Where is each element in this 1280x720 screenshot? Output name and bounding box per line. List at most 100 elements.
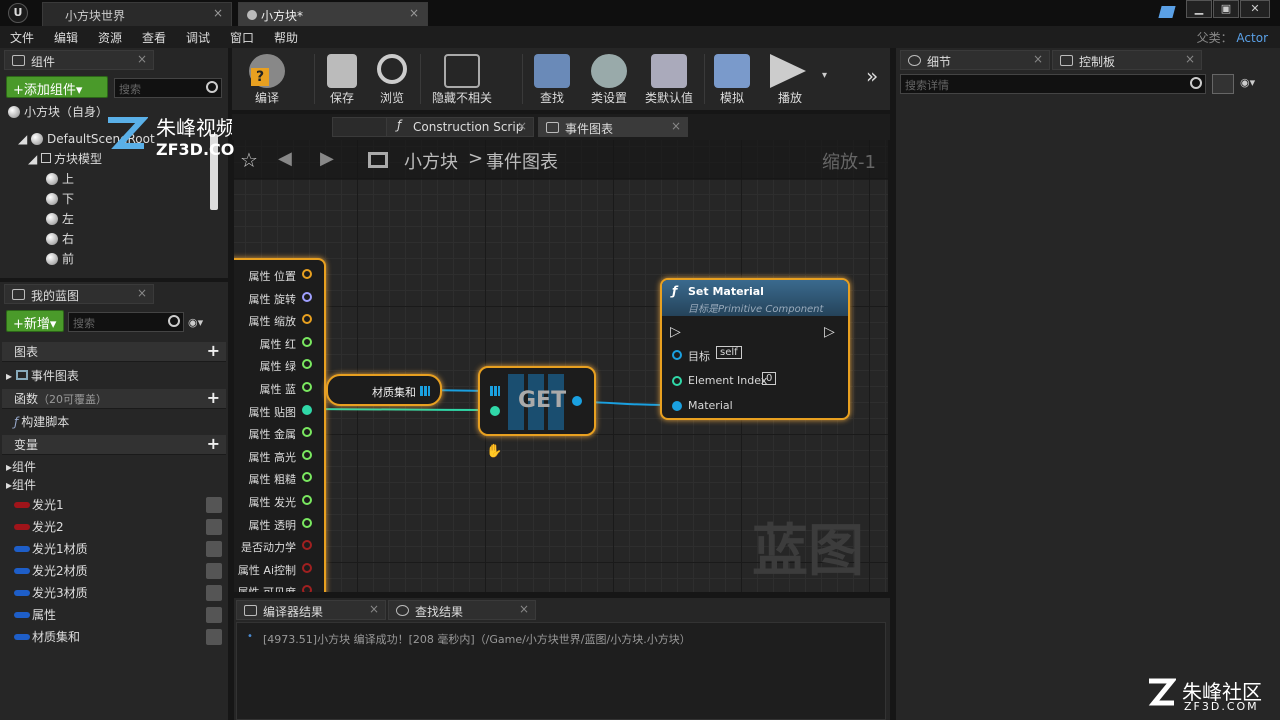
variable-item[interactable]: 发光1材质 xyxy=(0,538,228,560)
maximize-button[interactable]: ▣ xyxy=(1213,0,1239,18)
variable-item[interactable]: 发光2材质 xyxy=(0,560,228,582)
add-variable-icon[interactable]: + xyxy=(207,436,220,452)
index-input-pin[interactable] xyxy=(490,406,500,416)
tab-palette[interactable]: 控制板 × xyxy=(1052,50,1202,70)
struct-pin-row[interactable]: 属性 旋转 xyxy=(249,291,312,307)
close-icon[interactable]: × xyxy=(369,602,379,616)
visibility-icon[interactable] xyxy=(206,541,222,557)
new-button[interactable]: +新增▾ xyxy=(6,310,64,332)
menu-help[interactable]: 帮助 xyxy=(274,29,298,46)
tab-compiler-results[interactable]: 编译器结果 × xyxy=(236,600,386,620)
struct-pin-row[interactable]: 属性 贴图 xyxy=(249,404,312,420)
output-pin[interactable] xyxy=(302,404,312,415)
minimize-button[interactable]: ▁ xyxy=(1186,0,1212,18)
close-icon[interactable]: × xyxy=(213,6,223,20)
array-input-pin[interactable] xyxy=(490,386,500,396)
parent-class-value[interactable]: Actor xyxy=(1236,31,1268,45)
close-icon[interactable]: × xyxy=(409,6,419,20)
toolbar-overflow-icon[interactable]: » xyxy=(866,64,878,88)
output-pin[interactable] xyxy=(302,291,312,302)
find-button[interactable]: 查找 xyxy=(528,48,576,110)
eye-icon[interactable]: ◉▾ xyxy=(1240,76,1255,89)
browse-button[interactable]: 浏览 xyxy=(368,48,416,110)
struct-pin-row[interactable]: 属性 可见度 xyxy=(238,584,312,592)
search-icon[interactable] xyxy=(1190,77,1202,89)
details-search-input[interactable]: 搜索详情 xyxy=(900,74,1206,94)
tab-my-blueprint[interactable]: 我的蓝图 × xyxy=(4,284,154,304)
property-matrix-icon[interactable] xyxy=(1212,74,1234,94)
struct-pin-row[interactable]: 属性 位置 xyxy=(249,268,312,284)
variable-group-components[interactable]: ▸组件 xyxy=(6,457,36,477)
struct-pin-row[interactable]: 属性 绿 xyxy=(260,358,312,374)
struct-pin-row[interactable]: 属性 粗糙 xyxy=(249,471,312,487)
menu-window[interactable]: 窗口 xyxy=(230,29,254,46)
class-settings-button[interactable]: 类设置 xyxy=(582,48,636,110)
close-icon[interactable]: × xyxy=(137,52,147,66)
play-button[interactable]: 播放 xyxy=(762,48,818,110)
graphs-section[interactable]: 图表 + xyxy=(2,342,226,362)
struct-pin-row[interactable]: 属性 发光 xyxy=(249,494,312,510)
visibility-icon[interactable] xyxy=(206,497,222,513)
doc-tab-world[interactable]: 小方块世界 × xyxy=(42,2,232,26)
add-graph-icon[interactable]: + xyxy=(207,343,220,359)
output-pin[interactable] xyxy=(302,427,312,438)
output-pin[interactable] xyxy=(302,359,312,370)
element-index-pin[interactable] xyxy=(672,376,682,386)
menu-edit[interactable]: 编辑 xyxy=(54,29,78,46)
close-icon[interactable]: × xyxy=(1033,52,1043,66)
search-icon[interactable] xyxy=(206,81,218,93)
tab-components[interactable]: 组件 × xyxy=(4,50,154,70)
output-pin[interactable] xyxy=(302,449,312,460)
tree-item-self[interactable]: 小方块（自身） xyxy=(8,102,108,122)
variable-item[interactable]: 属性 xyxy=(0,604,228,626)
exec-in-pin[interactable]: ▷ xyxy=(670,324,681,340)
target-pin[interactable] xyxy=(672,350,682,360)
break-struct-node[interactable]: 属性 位置 属性 旋转 属性 缩放 属性 红属性 绿属性 蓝属性 贴图 属性 金属 属性 … xyxy=(234,258,326,592)
tab-event-graph[interactable]: 事件图表 × xyxy=(538,117,688,137)
variable-item[interactable]: 发光1 xyxy=(0,494,228,516)
add-component-button[interactable]: +添加组件▾ xyxy=(6,76,108,98)
tree-item-up[interactable]: 上 xyxy=(46,169,74,189)
menu-debug[interactable]: 调试 xyxy=(186,29,210,46)
struct-pin-row[interactable]: 属性 高光 xyxy=(249,449,312,465)
compile-button[interactable]: ? 编译 xyxy=(238,48,296,110)
set-material-node[interactable]: ƒ Set Material 目标是Primitive Component ▷ … xyxy=(660,278,850,420)
eye-icon[interactable]: ◉▾ xyxy=(188,316,216,329)
visibility-icon[interactable] xyxy=(206,585,222,601)
visibility-icon[interactable] xyxy=(206,519,222,535)
output-pin[interactable] xyxy=(302,540,312,551)
output-pin[interactable] xyxy=(302,495,312,505)
struct-pin-row[interactable]: 是否动力学 xyxy=(241,539,312,555)
element-index-field[interactable]: 0 xyxy=(762,372,777,385)
function-item-construction-script[interactable]: ƒ 构建脚本 xyxy=(14,412,69,432)
menu-view[interactable]: 查看 xyxy=(142,29,166,46)
tree-item-down[interactable]: 下 xyxy=(46,189,74,209)
struct-pin-row[interactable]: 属性 Ai控制 xyxy=(238,562,312,578)
variable-item[interactable]: 材质集和 xyxy=(0,626,228,648)
tree-item-left[interactable]: 左 xyxy=(46,209,74,229)
output-pin[interactable] xyxy=(302,314,312,325)
close-icon[interactable]: × xyxy=(1185,52,1195,66)
close-icon[interactable]: × xyxy=(519,602,529,616)
exec-out-pin[interactable]: ▷ xyxy=(824,324,835,340)
save-button[interactable]: 保存 xyxy=(318,48,366,110)
get-node[interactable]: GET xyxy=(478,366,596,436)
output-pin[interactable] xyxy=(302,472,312,483)
struct-pin-row[interactable]: 属性 缩放 xyxy=(249,313,312,329)
variable-group-components[interactable]: ▸组件 xyxy=(6,475,36,495)
hide-unrelated-button[interactable]: 隐藏不相关 xyxy=(424,48,500,110)
material-pin[interactable] xyxy=(672,401,682,411)
simulate-button[interactable]: 模拟 xyxy=(708,48,756,110)
target-value-field[interactable]: self xyxy=(716,346,742,359)
output-pin[interactable] xyxy=(302,382,312,392)
visibility-icon[interactable] xyxy=(206,563,222,579)
tree-item-front[interactable]: 前 xyxy=(46,249,74,269)
blueprint-search-input[interactable]: 搜索 xyxy=(68,312,184,332)
functions-section[interactable]: 函数（20可覆盖） + xyxy=(2,389,226,409)
output-pin[interactable] xyxy=(302,336,312,347)
struct-pin-row[interactable]: 属性 红 xyxy=(260,336,312,352)
doc-tab-blueprint[interactable]: 小方块* × xyxy=(238,2,428,26)
visibility-icon[interactable] xyxy=(206,607,222,623)
search-icon[interactable] xyxy=(168,315,180,327)
output-pin[interactable] xyxy=(302,269,312,279)
